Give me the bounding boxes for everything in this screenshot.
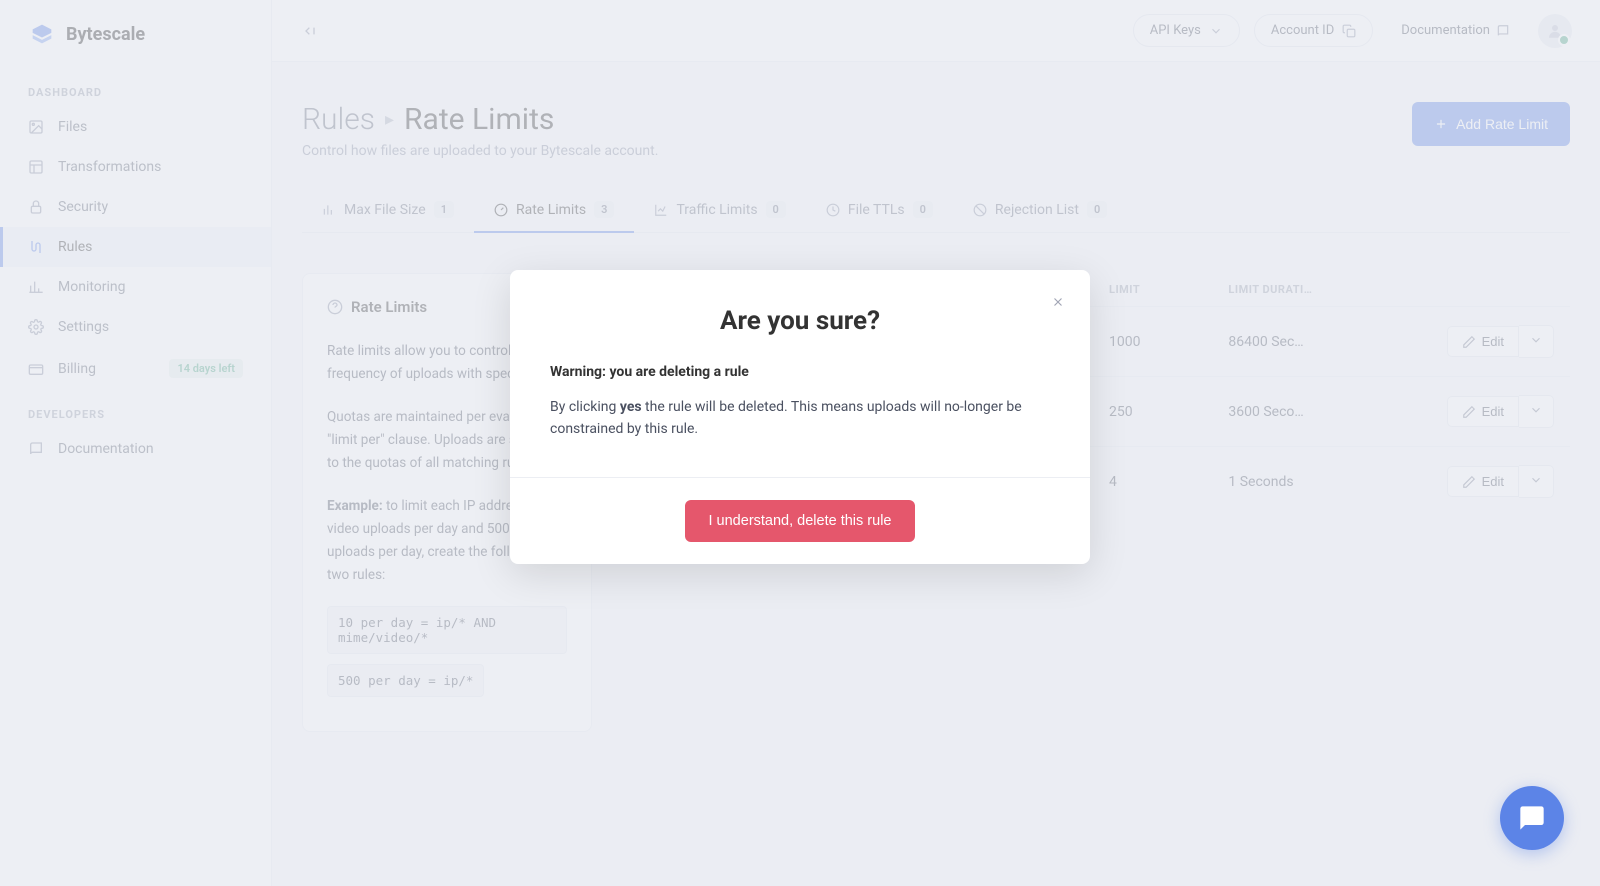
modal-warning: Warning: you are deleting a rule bbox=[550, 364, 1050, 380]
modal-title: Are you sure? bbox=[510, 270, 1090, 364]
close-icon bbox=[1051, 295, 1065, 309]
modal-description: By clicking yes the rule will be deleted… bbox=[550, 396, 1050, 441]
modal-desc-yes: yes bbox=[620, 399, 642, 415]
modal-desc-pre: By clicking bbox=[550, 399, 620, 415]
confirm-delete-button[interactable]: I understand, delete this rule bbox=[685, 500, 916, 542]
chat-icon bbox=[1518, 804, 1546, 832]
confirm-delete-label: I understand, delete this rule bbox=[709, 513, 892, 529]
chat-fab-button[interactable] bbox=[1500, 786, 1564, 850]
modal-close-button[interactable] bbox=[1046, 290, 1070, 314]
confirm-modal: Are you sure? Warning: you are deleting … bbox=[510, 270, 1090, 564]
modal-overlay[interactable]: Are you sure? Warning: you are deleting … bbox=[0, 0, 1600, 886]
